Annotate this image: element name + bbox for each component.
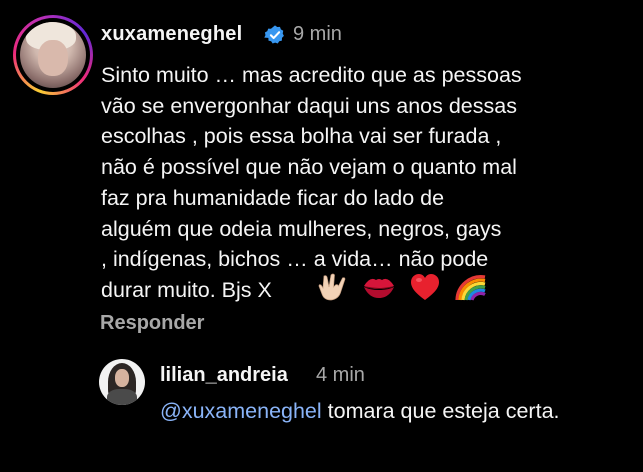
reply-body-text: tomara que esteja certa.: [321, 399, 560, 423]
comment-username[interactable]: xuxameneghel: [101, 23, 242, 46]
reply-username[interactable]: lilian_andreia: [160, 364, 288, 387]
red-heart-icon: [411, 274, 439, 300]
avatar-photo: [20, 22, 86, 88]
reply-button[interactable]: Responder: [100, 312, 204, 335]
reply-avatar-face: [115, 369, 129, 387]
reply-body: @xuxameneghel tomara que esteja certa.: [160, 396, 630, 427]
reply-avatar-body: [107, 389, 137, 405]
avatar-inner: [16, 18, 90, 92]
verified-badge-icon: [264, 25, 284, 44]
avatar-face: [38, 40, 68, 76]
emoji-row: [318, 272, 488, 302]
rainbow-icon: [455, 275, 486, 301]
lilian-andreia-avatar[interactable]: [99, 359, 145, 405]
lips-icon: [364, 278, 394, 298]
comment-body: Sinto muito … mas acredito que as pessoa…: [101, 63, 522, 302]
comment-thread: xuxameneghel 9 min Sinto muito … mas acr…: [0, 0, 643, 472]
love-you-gesture-icon: [318, 273, 346, 301]
comment-timestamp: 9 min: [293, 23, 342, 45]
reply-timestamp: 4 min: [316, 364, 365, 386]
xuxameneghel-avatar[interactable]: [13, 15, 93, 95]
reply-mention-link[interactable]: @xuxameneghel: [160, 399, 322, 423]
